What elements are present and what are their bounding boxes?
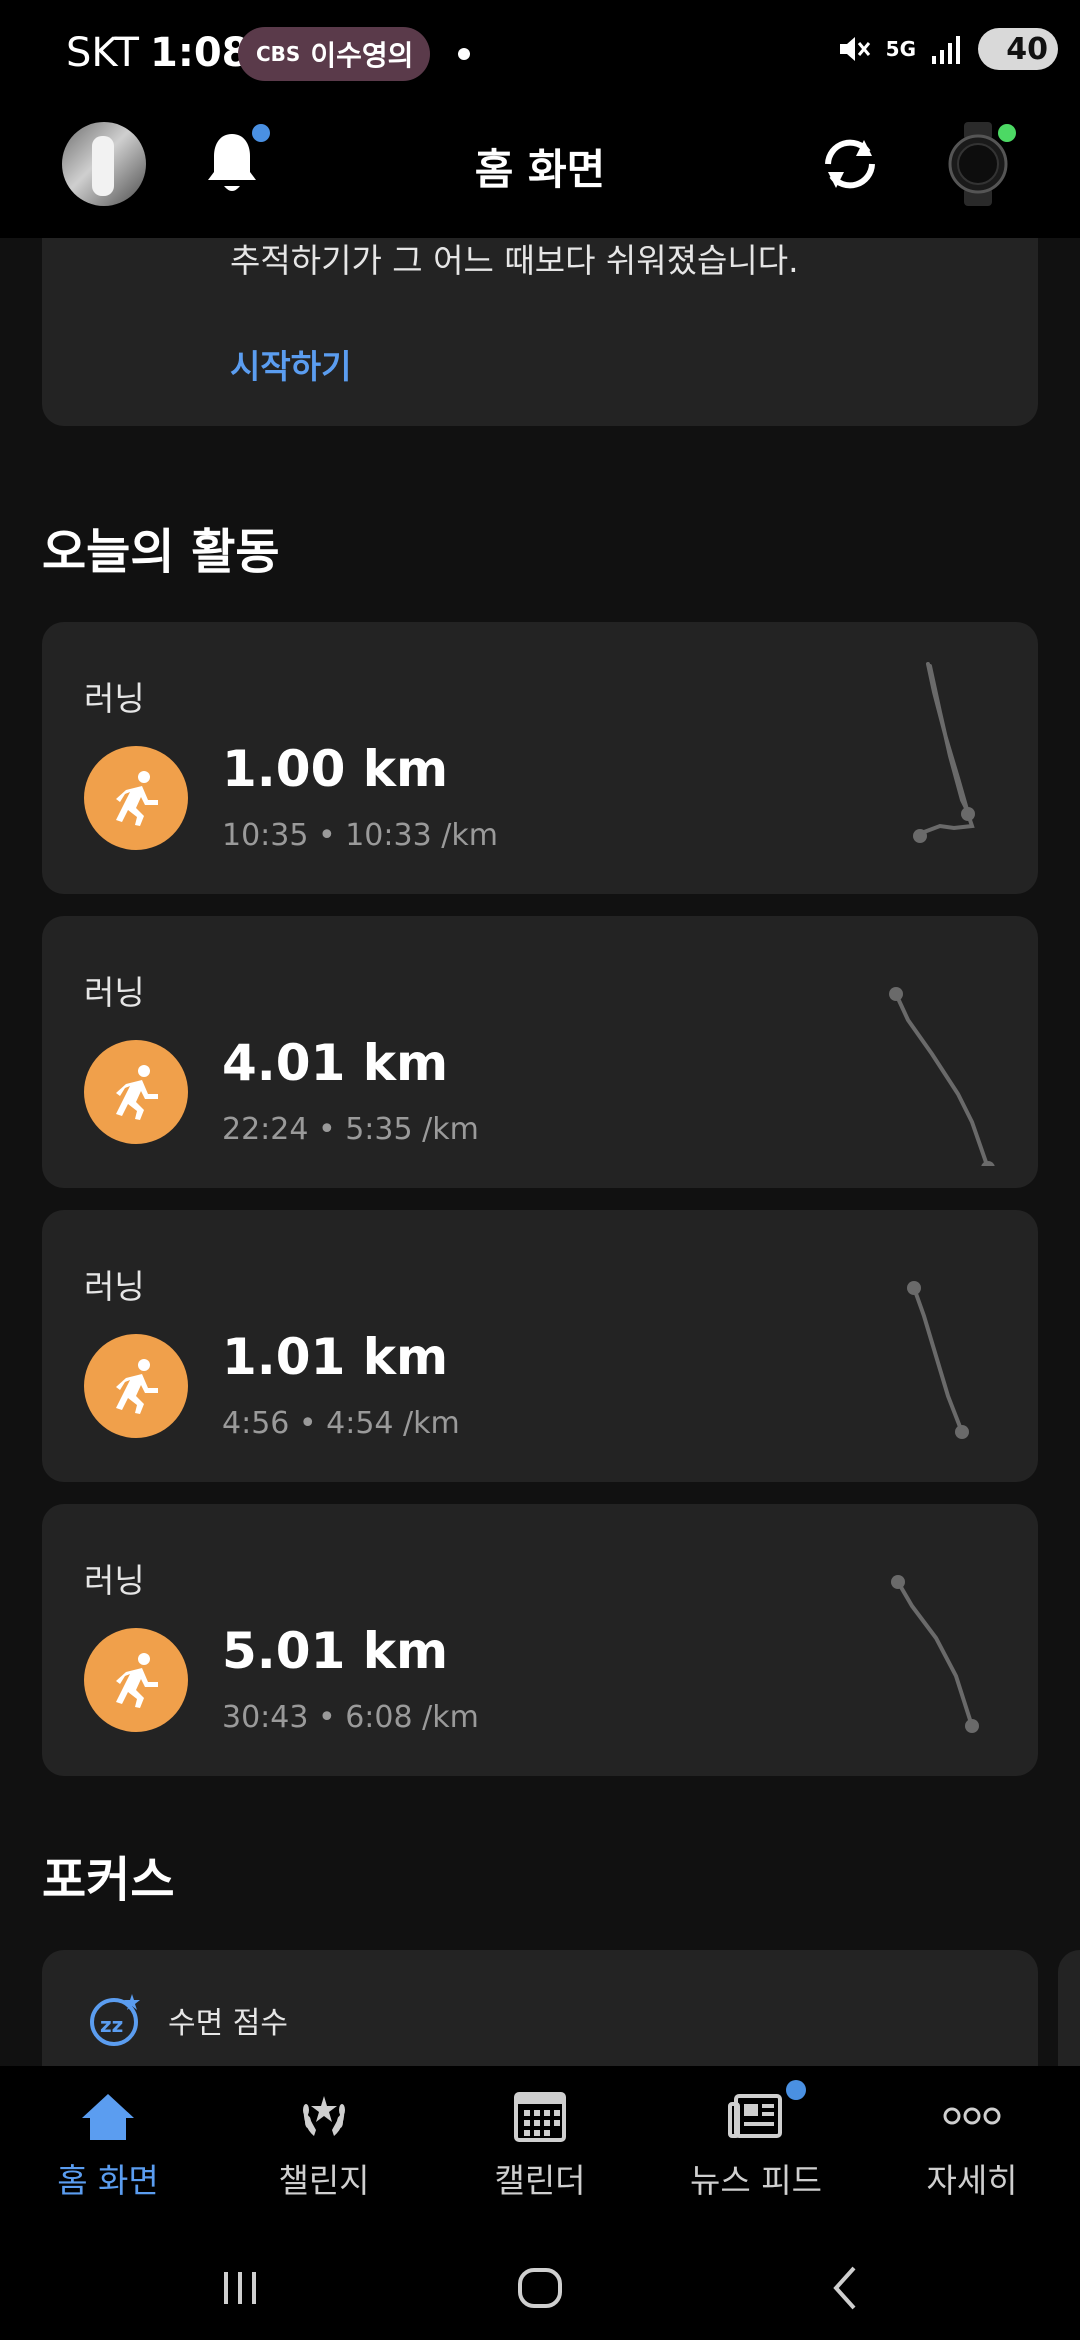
nav-label: 캘린더 xyxy=(494,2161,586,2200)
status-bar: SKT 1:08 CBS 이수영의 5G 40 xyxy=(0,0,1080,108)
main-content: 추적하기가 그 어느 때보다 쉬워졌습니다. 시작하기 오늘의 활동 러닝 1.… xyxy=(0,0,1080,2340)
newsfeed-badge xyxy=(786,2080,806,2100)
back-icon[interactable] xyxy=(816,2258,876,2318)
cbs-logo: CBS xyxy=(256,42,301,66)
nav-challenges[interactable]: 챌린지 xyxy=(216,2066,432,2236)
running-icon xyxy=(84,1628,188,1732)
activity-card[interactable]: 러닝 1.00 km 10:35 • 10:33 /km xyxy=(42,622,1038,894)
activity-distance: 1.00 km xyxy=(222,740,449,798)
carrier-name: SKT xyxy=(66,30,139,76)
activity-details: 10:35 • 10:33 /km xyxy=(222,818,498,853)
route-map xyxy=(907,1281,969,1439)
battery-indicator: 40 xyxy=(978,28,1058,70)
route-map xyxy=(889,987,995,1166)
status-icons: 5G 40 xyxy=(836,28,1058,70)
clock: 1:08 xyxy=(150,30,250,76)
newsfeed-icon xyxy=(728,2094,782,2138)
nav-home[interactable]: 홈 화면 xyxy=(0,2066,216,2236)
svg-text:zz: zz xyxy=(100,2013,123,2037)
running-icon xyxy=(84,1334,188,1438)
route-map xyxy=(891,1575,979,1733)
home-button-icon[interactable] xyxy=(510,2258,570,2318)
activity-type: 러닝 xyxy=(84,973,145,1012)
nav-newsfeed[interactable]: 뉴스 피드 xyxy=(648,2066,864,2236)
device-connected-indicator xyxy=(998,124,1016,142)
route-map xyxy=(913,662,975,843)
page-title: 홈 화면 xyxy=(474,145,606,194)
activity-card[interactable]: 러닝 1.01 km 4:56 • 4:54 /km xyxy=(42,1210,1038,1482)
promo-text: 추적하기가 그 어느 때보다 쉬워졌습니다. xyxy=(230,241,799,280)
activity-type: 러닝 xyxy=(84,679,145,718)
running-icon xyxy=(84,1040,188,1144)
section-title-today: 오늘의 활동 xyxy=(42,524,280,580)
activity-distance: 4.01 km xyxy=(222,1034,449,1092)
running-icon xyxy=(84,746,188,850)
activity-details: 4:56 • 4:54 /km xyxy=(222,1406,460,1441)
activity-type: 러닝 xyxy=(84,1267,145,1306)
section-title-focus: 포커스 xyxy=(42,1852,175,1908)
activity-card[interactable]: 러닝 5.01 km 30:43 • 6:08 /km xyxy=(42,1504,1038,1776)
notification-dot xyxy=(458,48,470,60)
nav-label: 챌린지 xyxy=(278,2161,370,2200)
recent-apps-icon[interactable] xyxy=(210,2258,270,2318)
activity-details: 30:43 • 6:08 /km xyxy=(222,1700,479,1735)
sync-icon[interactable] xyxy=(814,128,886,200)
laurel-icon xyxy=(303,2096,345,2136)
home-icon xyxy=(82,2094,134,2140)
activity-card[interactable]: 러닝 4.01 km 22:24 • 5:35 /km xyxy=(42,916,1038,1188)
signal-icon xyxy=(932,36,960,64)
bottom-navigation: 홈 화면 챌린지 캘린더 뉴스 피드 자세히 xyxy=(0,2066,1080,2236)
activity-type: 러닝 xyxy=(84,1561,145,1600)
app-bar: 홈 화면 xyxy=(0,108,1080,238)
more-icon xyxy=(943,2107,1001,2125)
nav-label: 자세히 xyxy=(926,2161,1018,2200)
mute-icon xyxy=(839,37,870,61)
media-notification-pill: CBS 이수영의 xyxy=(238,27,430,81)
nav-calendar[interactable]: 캘린더 xyxy=(432,2066,648,2236)
get-started-link[interactable]: 시작하기 xyxy=(230,340,351,388)
sleep-score-label: 수면 점수 xyxy=(168,2006,288,2041)
nav-label: 뉴스 피드 xyxy=(690,2161,822,2200)
activity-distance: 5.01 km xyxy=(222,1622,449,1680)
battery-level: 40 xyxy=(1006,31,1048,67)
activity-distance: 1.01 km xyxy=(222,1328,449,1386)
network-type: 5G xyxy=(885,37,916,61)
system-navigation-bar xyxy=(0,2236,1080,2340)
nav-label: 홈 화면 xyxy=(57,2161,159,2200)
media-title: 이수영의 xyxy=(310,39,414,72)
calendar-icon xyxy=(514,2092,566,2142)
nav-more[interactable]: 자세히 xyxy=(864,2066,1080,2236)
activity-details: 22:24 • 5:35 /km xyxy=(222,1112,479,1147)
sleep-icon: zz xyxy=(90,1994,140,2046)
